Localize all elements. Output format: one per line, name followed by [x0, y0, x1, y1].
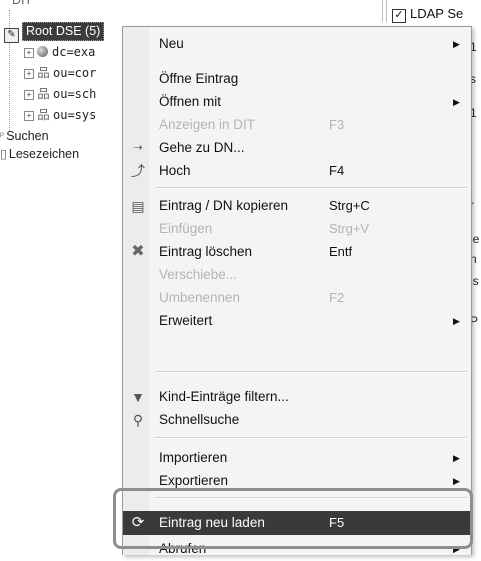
menu-item-shortcut: Strg+C: [329, 198, 370, 213]
tree-item-searches[interactable]: ᴾ Suchen: [0, 127, 49, 145]
menu-item-open-entry[interactable]: Öffne Eintrag: [123, 67, 471, 91]
menu-item-label: Abrufen: [159, 541, 207, 556]
menu-item-copy-entry[interactable]: ▤ Eintrag / DN kopieren Strg+C: [123, 194, 471, 218]
dit-tree: DIT ✎ Root DSE (5) + dc=exa + 品 ou=cor + 品 ou=…: [0, 0, 130, 554]
menu-item-shortcut: F2: [329, 290, 345, 305]
menu-item-quick-search[interactable]: ⚲ Schnellsuche: [123, 408, 471, 432]
menu-item-label: Anzeigen in DIT: [159, 117, 256, 132]
menu-separator: [155, 437, 467, 439]
submenu-arrow-icon: ▶: [453, 544, 460, 554]
menu-item-shortcut: Strg+V: [329, 221, 370, 236]
menu-item-filter-children[interactable]: ▼ Kind-Einträge filtern...: [123, 385, 471, 409]
menu-item-label: Umbenennen: [159, 290, 241, 305]
tree-top-label: DIT: [12, 0, 33, 7]
menu-item-delete-entry[interactable]: ✖ Eintrag löschen Entf: [123, 240, 471, 264]
expand-icon[interactable]: +: [24, 69, 34, 79]
menu-item-label: Verschiebe...: [159, 267, 238, 282]
group-icon: 品: [37, 87, 50, 101]
reload-icon: ⟳: [131, 514, 145, 531]
expand-icon[interactable]: +: [24, 48, 34, 58]
searches-icon: ᴾ: [0, 132, 5, 143]
menu-item-label: Öffnen mit: [159, 94, 222, 109]
tree-item-label: ou=sys: [53, 108, 97, 122]
menu-item-show-in-dit[interactable]: Anzeigen in DIT F3: [123, 113, 471, 137]
menu-item-label: Hoch: [159, 163, 191, 178]
menu-separator: [155, 187, 467, 189]
menu-item-neu[interactable]: Neu ▶: [123, 32, 471, 56]
tree-item-root-dse[interactable]: ✎ Root DSE (5): [4, 22, 105, 43]
pencil-icon: ✎: [4, 28, 19, 43]
menu-item-advanced[interactable]: Erweitert ▶: [123, 309, 471, 333]
tree-item-label: ou=cor: [53, 66, 97, 80]
menu-item-label: Kind-Einträge filtern...: [159, 389, 289, 404]
copy-icon: ▤: [131, 198, 145, 214]
ldap-server-label: LDAP Se: [410, 6, 464, 21]
tree-item-label: ou=sch: [53, 87, 97, 101]
menu-item-label: Neu: [159, 36, 184, 51]
context-menu: Neu ▶ Öffne Eintrag Öffnen mit ▶ Anzeige…: [122, 26, 472, 556]
menu-item-label: Importieren: [159, 450, 228, 465]
menu-separator: [155, 497, 467, 499]
menu-item-goto-dn[interactable]: ⇢ Gehe zu DN...: [123, 136, 471, 160]
bookmark-icon: ▯: [0, 147, 7, 161]
menu-item-open-with[interactable]: Öffnen mit ▶: [123, 90, 471, 114]
bookmarks-label: Lesezeichen: [8, 147, 80, 161]
submenu-arrow-icon: ▶: [453, 97, 460, 107]
menu-item-label: Exportieren: [159, 473, 229, 488]
menu-item-paste[interactable]: Einfügen Strg+V: [123, 217, 471, 241]
menu-item-label: Eintrag / DN kopieren: [159, 198, 289, 213]
globe-icon: [37, 46, 48, 57]
tree-item-ou[interactable]: + 品 ou=cor: [24, 64, 96, 82]
menu-item-shortcut: F3: [329, 117, 345, 132]
tree-item-ou[interactable]: + 品 ou=sch: [24, 85, 96, 103]
menu-item-fetch[interactable]: Abrufen ▶: [123, 537, 471, 561]
searches-label: Suchen: [6, 129, 49, 143]
splitter-handle[interactable]: [382, 0, 387, 22]
submenu-arrow-icon: ▶: [453, 316, 460, 326]
menu-item-label: Einfügen: [159, 221, 213, 236]
tree-item-label: dc=exa: [52, 45, 96, 59]
filter-icon: ▼: [131, 389, 145, 405]
expand-icon[interactable]: +: [24, 90, 34, 100]
up-icon: ⤴: [131, 163, 145, 179]
menu-item-import[interactable]: Importieren ▶: [123, 446, 471, 470]
menu-item-label: Eintrag löschen: [159, 244, 253, 259]
group-icon: 品: [37, 66, 50, 80]
tree-item-ou[interactable]: + 品 ou=sys: [24, 106, 96, 124]
menu-item-shortcut: F4: [329, 163, 345, 178]
goto-dn-icon: ⇢: [133, 142, 143, 154]
menu-separator: [155, 371, 467, 373]
menu-item-up[interactable]: ⤴ Hoch F4: [123, 159, 471, 183]
submenu-arrow-icon: ▶: [453, 453, 460, 463]
expand-icon[interactable]: +: [24, 111, 34, 121]
delete-icon: ✖: [131, 243, 145, 260]
quicksearch-icon: ⚲: [132, 412, 144, 428]
menu-item-reload-entry[interactable]: ⟳ Eintrag neu laden F5: [123, 511, 471, 535]
menu-item-label: Gehe zu DN...: [159, 140, 245, 155]
ldap-checkbox[interactable]: ✓: [392, 9, 406, 23]
menu-item-shortcut: Entf: [329, 244, 353, 259]
submenu-arrow-icon: ▶: [453, 476, 460, 486]
tree-item-bookmarks[interactable]: ▯ Lesezeichen: [0, 145, 79, 163]
submenu-arrow-icon: ▶: [453, 39, 460, 49]
menu-item-shortcut: F5: [329, 515, 345, 530]
menu-item-label: Öffne Eintrag: [159, 71, 239, 86]
menu-item-move[interactable]: Verschiebe...: [123, 263, 471, 287]
menu-item-rename[interactable]: Umbenennen F2: [123, 286, 471, 310]
menu-item-export[interactable]: Exportieren ▶: [123, 469, 471, 493]
root-dse-label: Root DSE (5): [22, 22, 105, 41]
menu-item-label: Erweitert: [159, 313, 213, 328]
tree-item-dc[interactable]: + dc=exa: [24, 43, 95, 61]
menu-item-label: Eintrag neu laden: [159, 515, 265, 530]
menu-item-label: Schnellsuche: [159, 412, 240, 427]
group-icon: 品: [37, 108, 50, 122]
